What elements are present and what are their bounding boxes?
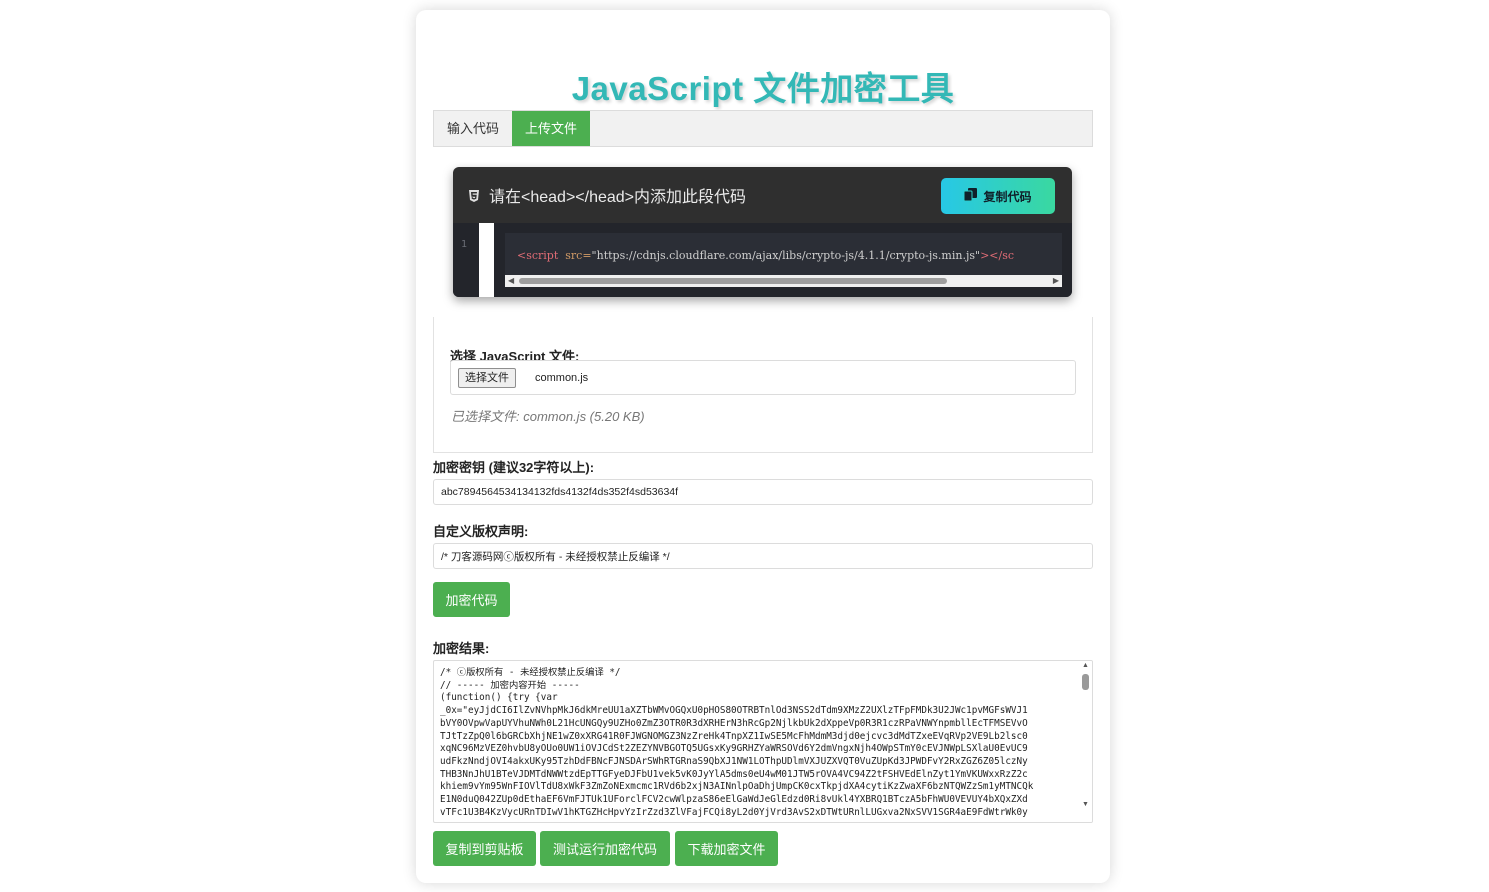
vscrollbar-thumb[interactable] bbox=[1082, 674, 1089, 690]
key-input[interactable] bbox=[433, 479, 1093, 505]
scroll-up-icon[interactable]: ▲ bbox=[1082, 662, 1089, 669]
scrollbar-thumb[interactable] bbox=[519, 278, 947, 284]
page-title: JavaScript 文件加密工具 bbox=[571, 70, 955, 107]
code-editor: 1 <script src="https://cdnjs.cloudflare.… bbox=[453, 223, 1072, 297]
code-tail: ></sc bbox=[980, 249, 1015, 262]
result-label: 加密结果: bbox=[433, 641, 490, 656]
horizontal-scrollbar[interactable]: ◀ ▶ bbox=[505, 275, 1062, 287]
code-tag: <script bbox=[517, 249, 559, 262]
result-textarea[interactable]: /* ⓒ版权所有 - 未经授权禁止反编译 */ // ----- 加密内容开始 … bbox=[433, 660, 1093, 823]
tab-upload-file[interactable]: 上传文件 bbox=[512, 111, 591, 146]
vertical-scrollbar[interactable]: ▲ ▼ bbox=[1079, 661, 1092, 822]
scroll-right-icon[interactable]: ▶ bbox=[1053, 276, 1059, 285]
copy-icon bbox=[963, 188, 978, 204]
tab-input-code[interactable]: 输入代码 bbox=[434, 111, 512, 146]
main-card: JavaScript 文件加密工具 输入代码 上传文件 请在<head></he… bbox=[416, 10, 1110, 883]
file-upload-panel: 选择 JavaScript 文件: 选择文件 common.js 已选择文件: … bbox=[433, 317, 1093, 453]
choose-file-button[interactable]: 选择文件 bbox=[458, 368, 516, 388]
test-run-button[interactable]: 测试运行加密代码 bbox=[540, 831, 670, 866]
file-name: common.js bbox=[535, 372, 589, 384]
mode-tabs: 输入代码 上传文件 bbox=[433, 110, 1093, 147]
result-content: /* ⓒ版权所有 - 未经授权禁止反编译 */ // ----- 加密内容开始 … bbox=[440, 667, 1034, 818]
encrypt-button[interactable]: 加密代码 bbox=[433, 582, 510, 617]
line-number: 1 bbox=[461, 239, 468, 250]
copy-code-button[interactable]: 复制代码 bbox=[941, 178, 1055, 214]
notice-heading: 请在<head></head>内添加此段代码 bbox=[469, 184, 746, 206]
code-line: <script src="https://cdnjs.cloudflare.co… bbox=[517, 249, 1014, 262]
key-label: 加密密钥 (建议32字符以上): bbox=[433, 460, 595, 475]
scroll-left-icon[interactable]: ◀ bbox=[508, 276, 514, 285]
code-value: "https://cdnjs.cloudflare.com/ajax/libs/… bbox=[591, 249, 981, 262]
scroll-down-icon[interactable]: ▼ bbox=[1082, 801, 1089, 808]
html5-icon bbox=[469, 189, 479, 202]
copyright-label: 自定义版权声明: bbox=[433, 524, 529, 539]
gutter-bar bbox=[479, 223, 494, 297]
copy-to-clipboard-button[interactable]: 复制到剪贴板 bbox=[433, 831, 536, 866]
file-input[interactable]: 选择文件 common.js bbox=[450, 360, 1076, 395]
selected-file-info: 已选择文件: common.js (5.20 KB) bbox=[451, 409, 645, 424]
copyright-input[interactable] bbox=[433, 543, 1093, 569]
download-button[interactable]: 下载加密文件 bbox=[675, 831, 778, 866]
code-attr: src= bbox=[565, 249, 592, 262]
copy-code-label: 复制代码 bbox=[983, 189, 1032, 204]
head-script-notice: 请在<head></head>内添加此段代码 复制代码 1 <script sr… bbox=[453, 167, 1072, 297]
notice-heading-text: 请在<head></head>内添加此段代码 bbox=[489, 189, 747, 206]
